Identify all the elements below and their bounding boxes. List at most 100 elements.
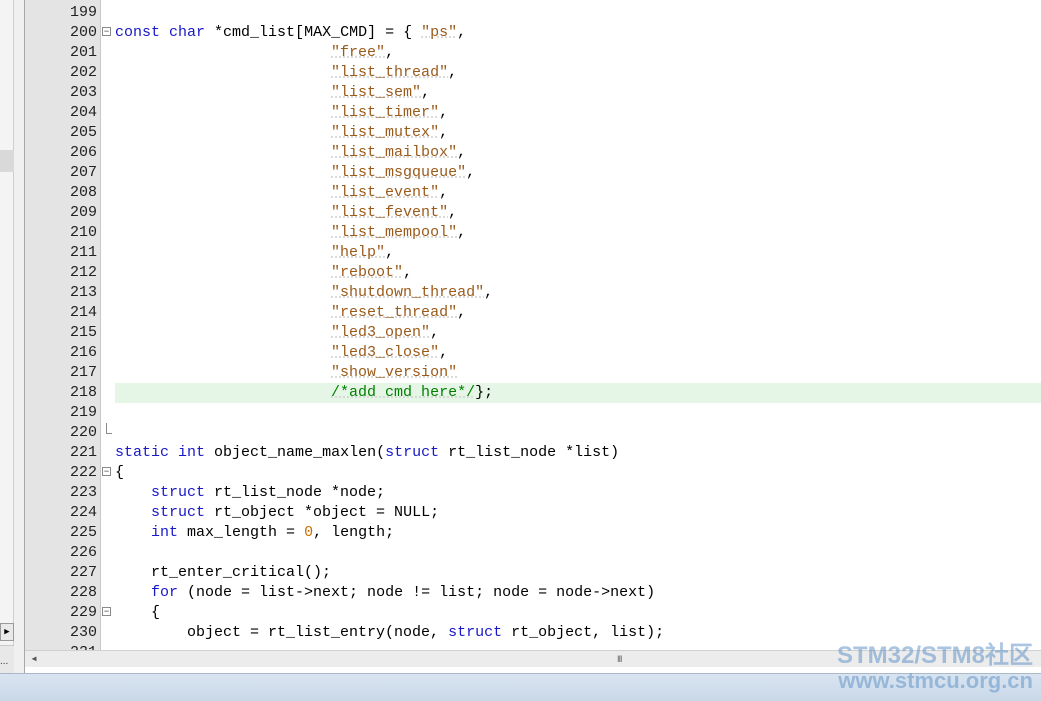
code-text: "list_msgqueue", bbox=[115, 163, 475, 183]
line-number: 213 bbox=[69, 284, 97, 301]
scroll-left-arrow-icon[interactable]: ◀ bbox=[28, 653, 40, 665]
line-number: 222 bbox=[69, 464, 97, 481]
code-text: "help", bbox=[115, 243, 394, 263]
code-token: "shutdown_thread" bbox=[331, 284, 485, 301]
code-token: , bbox=[403, 264, 413, 281]
code-token: , bbox=[457, 224, 467, 241]
code-line[interactable]: 210 "list_mempool", bbox=[25, 223, 1041, 243]
line-number: 216 bbox=[69, 344, 97, 361]
code-editor[interactable]: 199 200− const char *cmd_list[MAX_CMD] = {… bbox=[25, 0, 1041, 650]
code-line[interactable]: 213 "shutdown_thread", bbox=[25, 283, 1041, 303]
code-line[interactable]: 225 int max_length = 0, length; bbox=[25, 523, 1041, 543]
fold-toggle-icon[interactable]: − bbox=[102, 467, 111, 476]
code-line[interactable]: 206 "list_mailbox", bbox=[25, 143, 1041, 163]
code-line[interactable]: 217 "show_version" bbox=[25, 363, 1041, 383]
code-text: "led3_open", bbox=[115, 323, 439, 343]
code-token: , bbox=[385, 244, 395, 261]
code-line[interactable]: 230 object = rt_list_entry(node, struct … bbox=[25, 623, 1041, 643]
code-line[interactable]: 202 "list_thread", bbox=[25, 63, 1041, 83]
code-line[interactable]: 224 struct rt_object *object = NULL; bbox=[25, 503, 1041, 523]
code-token: struct bbox=[151, 504, 206, 521]
line-number: 204 bbox=[69, 104, 97, 121]
code-token: rt_object, list); bbox=[502, 624, 665, 641]
code-line[interactable]: 221 static int object_name_maxlen(struct … bbox=[25, 443, 1041, 463]
code-text: "led3_close", bbox=[115, 343, 448, 363]
code-text: "shutdown_thread", bbox=[115, 283, 493, 303]
code-token: , bbox=[484, 284, 494, 301]
code-token: "reset_thread" bbox=[331, 304, 458, 321]
code-line[interactable]: 214 "reset_thread", bbox=[25, 303, 1041, 323]
code-token: { bbox=[115, 604, 161, 621]
code-token: "list_msgqueue" bbox=[331, 164, 467, 181]
code-line[interactable]: 215 "led3_open", bbox=[25, 323, 1041, 343]
line-number: 220 bbox=[69, 424, 97, 441]
fold-toggle-icon[interactable]: − bbox=[102, 27, 111, 36]
code-token: , bbox=[439, 184, 449, 201]
code-line[interactable]: 200− const char *cmd_list[MAX_CMD] = { "p… bbox=[25, 23, 1041, 43]
fold-end-marker bbox=[106, 423, 112, 434]
code-token: struct bbox=[385, 444, 440, 461]
code-text: "list_fevent", bbox=[115, 203, 457, 223]
code-line[interactable]: 205 "list_mutex", bbox=[25, 123, 1041, 143]
code-line[interactable]: 229− { bbox=[25, 603, 1041, 623]
code-line[interactable]: 228 for (node = list->next; node != list… bbox=[25, 583, 1041, 603]
code-token: { bbox=[115, 464, 125, 481]
code-line[interactable]: 212 "reboot", bbox=[25, 263, 1041, 283]
line-number: 218 bbox=[69, 384, 97, 401]
line-number: 199 bbox=[69, 4, 97, 21]
code-token: "list_fevent" bbox=[331, 204, 449, 221]
code-text: rt_enter_critical(); bbox=[115, 563, 331, 583]
code-line[interactable]: 209 "list_fevent", bbox=[25, 203, 1041, 223]
code-token: , bbox=[457, 304, 467, 321]
code-token: "reboot" bbox=[331, 264, 404, 281]
code-token: "list_timer" bbox=[331, 104, 440, 121]
code-line[interactable]: 218 /*add cmd here*/}; bbox=[25, 383, 1041, 403]
code-line[interactable]: 223 struct rt_list_node *node; bbox=[25, 483, 1041, 503]
scroll-right-arrow-icon[interactable]: ▶ bbox=[0, 623, 14, 641]
code-line[interactable]: 201 "free", bbox=[25, 43, 1041, 63]
line-number: 206 bbox=[69, 144, 97, 161]
panel-splitter[interactable] bbox=[14, 0, 25, 673]
code-line[interactable]: 204 "list_timer", bbox=[25, 103, 1041, 123]
code-token: "help" bbox=[331, 244, 386, 261]
code-token: , bbox=[448, 204, 458, 221]
code-text: static int object_name_maxlen(struct rt_… bbox=[115, 443, 619, 463]
code-line[interactable]: 216 "led3_close", bbox=[25, 343, 1041, 363]
code-line[interactable]: 227 rt_enter_critical(); bbox=[25, 563, 1041, 583]
line-number: 201 bbox=[69, 44, 97, 61]
code-text: "reboot", bbox=[115, 263, 412, 283]
code-line[interactable]: 211 "help", bbox=[25, 243, 1041, 263]
code-line[interactable]: 220 bbox=[25, 423, 1041, 443]
code-text: struct rt_object *object = NULL; bbox=[115, 503, 439, 523]
code-line[interactable]: 203 "list_sem", bbox=[25, 83, 1041, 103]
scrollbar-thumb-grip[interactable]: III bbox=[617, 654, 622, 664]
code-text: "list_sem", bbox=[115, 83, 430, 103]
code-line[interactable]: 207 "list_msgqueue", bbox=[25, 163, 1041, 183]
code-line[interactable]: 219 bbox=[25, 403, 1041, 423]
code-text: "list_mutex", bbox=[115, 123, 448, 143]
line-number: 224 bbox=[69, 504, 97, 521]
code-line[interactable]: 222−{ bbox=[25, 463, 1041, 483]
fold-toggle-icon[interactable]: − bbox=[102, 607, 111, 616]
code-line[interactable]: 226 bbox=[25, 543, 1041, 563]
code-token: rt_list_node *list) bbox=[439, 444, 620, 461]
code-token: "led3_open" bbox=[331, 324, 431, 341]
line-number: 219 bbox=[69, 404, 97, 421]
code-text: /*add cmd here*/}; bbox=[115, 383, 493, 403]
code-token: object_name_maxlen( bbox=[205, 444, 386, 461]
line-number: 200 bbox=[69, 24, 97, 41]
code-line[interactable]: 199 bbox=[25, 3, 1041, 23]
code-line[interactable]: 208 "list_event", bbox=[25, 183, 1041, 203]
code-token: , bbox=[439, 104, 449, 121]
code-token: static bbox=[115, 444, 170, 461]
line-number: 203 bbox=[69, 84, 97, 101]
